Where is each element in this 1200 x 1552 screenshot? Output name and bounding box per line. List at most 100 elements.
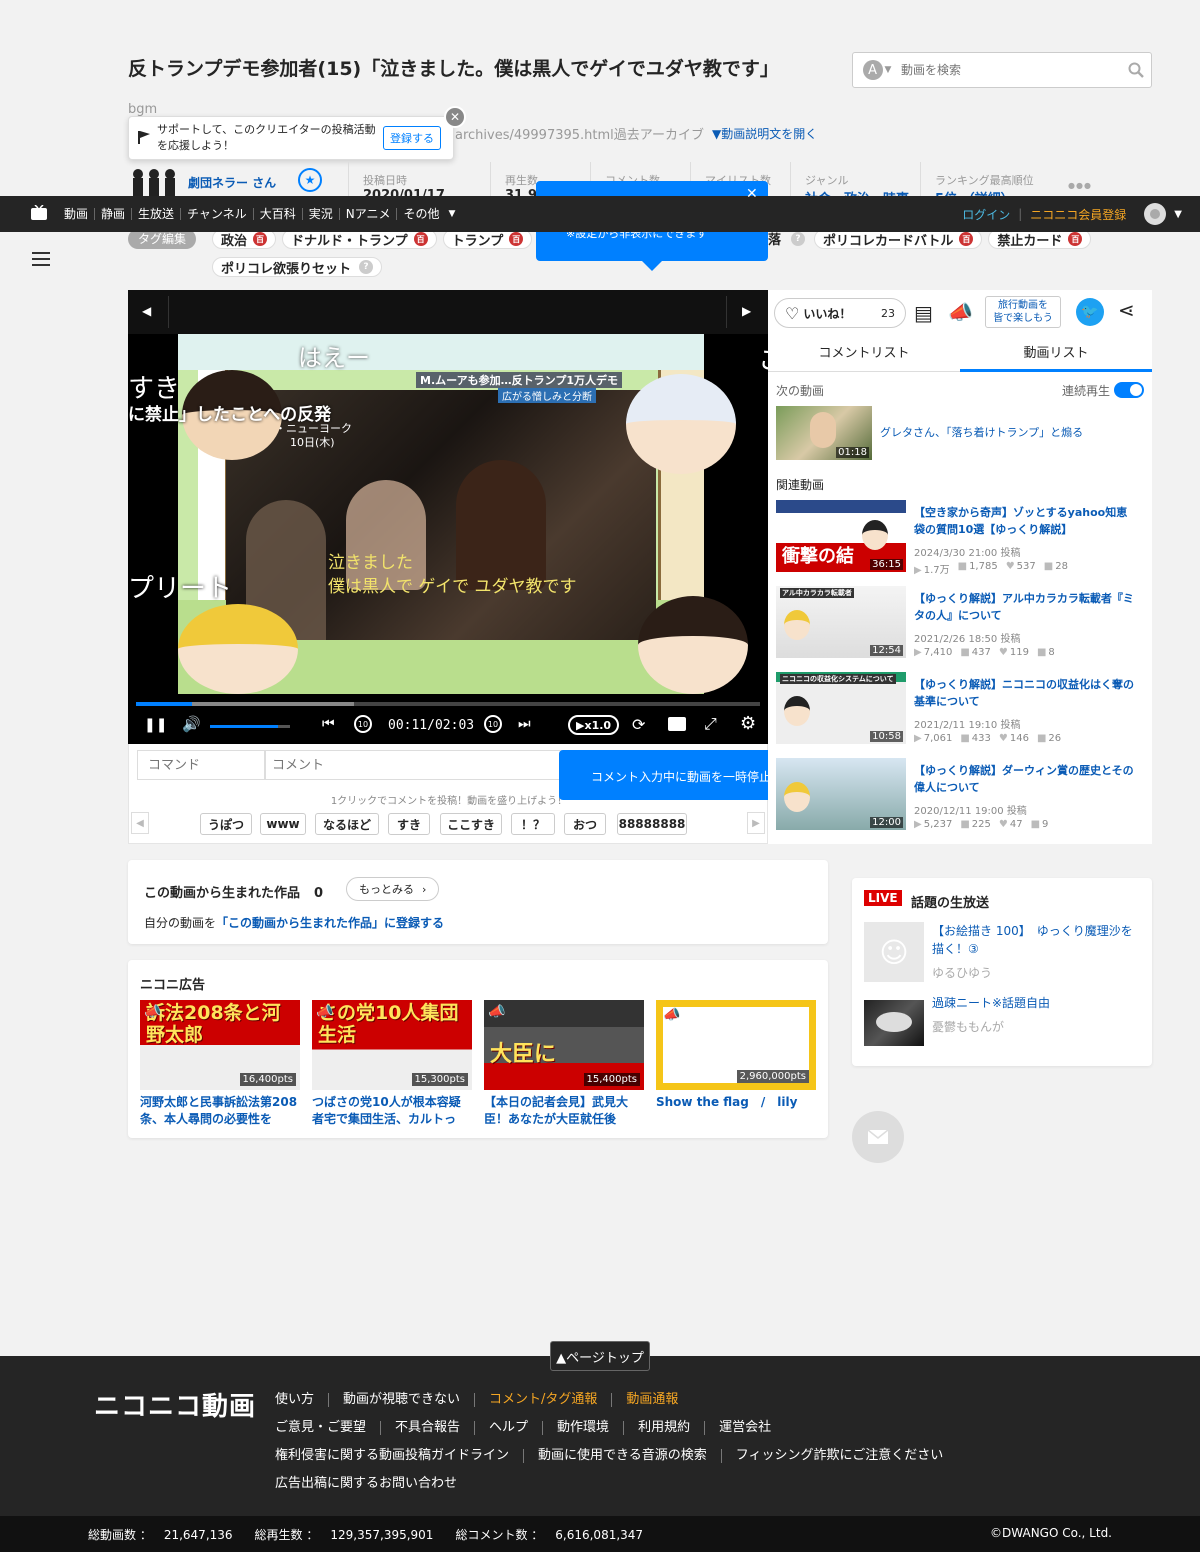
rewind-10-icon[interactable]: 10 [354,715,372,733]
footer-link[interactable]: 動画が視聴できない [328,1393,474,1407]
settings-gear-icon[interactable]: ⚙ [740,713,756,734]
prev-arrow-icon[interactable]: ◀ [142,304,151,318]
nicoad-item[interactable]: さの党10人集団生活 15,300pts 📣 つばさの党10人が根本容疑者宅で集団生活… [312,1000,472,1130]
user-avatar[interactable] [1144,203,1167,225]
chevron-down-icon[interactable]: ▼ [1174,209,1182,220]
quick-comment-button[interactable]: ここすき [440,813,502,835]
tag-item[interactable]: 禁止カード百 [988,229,1092,249]
seek-bar[interactable] [136,702,760,706]
volume-slider[interactable] [210,725,290,728]
close-icon[interactable]: ✕ [444,106,466,128]
footer-link[interactable]: ヘルプ [474,1421,542,1435]
mail-icon[interactable] [852,1111,904,1163]
uploader-avatar[interactable] [130,166,178,196]
nicoad-icon[interactable]: 📣 [948,300,973,324]
encyclopedia-icon[interactable]: 百 [509,232,524,246]
like-button[interactable]: ♡ いいね！ 23 [774,298,906,328]
login-link[interactable]: ログイン [962,206,1010,223]
nicoad-thumb[interactable]: 訴法208条と河野太郎 16,400pts 📣 [140,1000,300,1090]
global-nav-item[interactable]: チャンネル [180,208,253,220]
follow-star-icon[interactable]: ★ [298,168,322,192]
related-video-thumb[interactable]: 12:00 [776,758,906,830]
tab-comment-list[interactable]: コメントリスト [768,336,960,372]
share-icon[interactable]: ⋖ [1118,298,1135,322]
quick-comment-button[interactable]: なるほど [315,813,379,835]
add-mylist-icon[interactable]: ▤ [914,301,933,325]
global-nav-item[interactable]: Nアニメ [338,208,397,220]
footer-link[interactable]: フィッシング詐欺にご注意ください [720,1449,957,1463]
quick-comment-button[interactable]: うぽつ [200,813,252,835]
loop-icon[interactable]: ⟳ [632,715,645,734]
uploader-name[interactable]: 劇団ネラー さん [188,174,276,191]
footer-link[interactable]: 動画通報 [611,1393,692,1407]
quick-comment-button[interactable]: ！？ [511,813,555,835]
related-video-thumb[interactable]: ニコニコの収益化システムについて 10:58 [776,672,906,744]
niconico-tv-icon[interactable] [30,203,48,224]
autoplay-toggle[interactable] [1114,382,1144,398]
footer-link[interactable]: 利用規約 [623,1421,704,1435]
tag-item[interactable]: ドナルド・トランプ百 [282,229,437,249]
forward-10-icon[interactable]: 10 [484,715,502,733]
next-video-thumb[interactable]: 01:18 [776,406,872,460]
live-thumb[interactable]: ☺ [864,922,924,982]
derived-register-link[interactable]: 「この動画から生まれた作品」に登録する [216,916,444,930]
footer-link[interactable]: 不具合報告 [380,1421,474,1435]
related-video-title[interactable]: 【ゆっくり解説】アル中カラカラ転載者『ミタの人』について [914,590,1138,624]
skip-end-icon[interactable]: ⏭ [518,716,531,732]
nicoad-thumb[interactable]: 2,960,000pts 📣 [656,1000,816,1090]
tab-video-list[interactable]: 動画リスト [960,336,1152,372]
global-nav-item[interactable]: 生放送 [131,208,180,220]
encyclopedia-icon[interactable]: 百 [1068,232,1083,246]
more-menu-icon[interactable]: ●●● [1068,181,1092,190]
related-video-item[interactable]: アル中カラカラ転載者 12:54 【ゆっくり解説】アル中カラカラ転載者『ミタの人』に… [768,586,1152,670]
global-nav-item[interactable]: 静画 [94,208,131,220]
footer-link[interactable]: 動作環境 [542,1421,623,1435]
twitter-icon[interactable]: 🐦 [1076,298,1104,326]
scroll-left-icon[interactable]: ◀ [131,812,149,834]
related-video-title[interactable]: 【ゆっくり解説】ダーウィン賞の歴史とその偉人について [914,762,1138,796]
related-video-title[interactable]: 【空き家から奇声】ゾッとするyahoo知恵袋の質問10選【ゆっくり解説】 [914,504,1138,538]
global-nav-item[interactable]: その他 [396,208,445,220]
support-register-button[interactable]: 登録する [383,126,441,150]
footer-link[interactable]: ご意見・ご要望 [275,1421,380,1435]
niconico-logo[interactable]: ニコニコ動画 [94,1386,256,1423]
related-video-item[interactable]: 12:00 【ゆっくり解説】ダーウィン賞の歴史とその偉人について 2020/12/1… [768,758,1152,842]
quick-comment-button[interactable]: www [260,813,306,835]
footer-link[interactable]: 使い方 [275,1393,328,1407]
pause-icon[interactable]: ❚❚ [144,717,167,733]
tag-item[interactable]: 政治百 [212,229,277,249]
encyclopedia-icon[interactable]: 百 [253,232,268,246]
global-nav-item[interactable]: 実況 [301,208,339,220]
related-video-thumb[interactable]: 衝撃の結 36:15 [776,500,906,572]
fullscreen-icon[interactable]: ⤢ [704,714,717,734]
next-video-title[interactable]: グレタさん、「落ち着けトランプ」と煽る [880,424,1083,440]
live-item-owner[interactable]: 憂鬱ももんが [932,1018,1004,1035]
speed-button[interactable]: ▶ x1.0 [568,715,620,735]
travel-video-button[interactable]: 旅行動画を 皆で楽しもう [985,296,1061,328]
page-top-button[interactable]: ▲ページトップ [550,1341,650,1371]
related-video-item[interactable]: 衝撃の結 36:15 【空き家から奇声】ゾッとするyahoo知恵袋の質問10選【ゆっ… [768,500,1152,584]
nicoad-item[interactable]: 訴法208条と河野太郎 16,400pts 📣 河野太郎と民事訴訟法第208条、本人尋… [140,1000,300,1130]
live-item-title[interactable]: 過疎ニート※話題自由 [932,994,1050,1011]
nicoad-item[interactable]: 2,960,000pts 📣 Show the flag / lily [656,1000,816,1130]
description-url[interactable]: archives/49997395.html過去アーカイブ [455,124,704,143]
search-mode-selector[interactable]: A ▼ [853,53,901,87]
related-video-title[interactable]: 【ゆっくり解説】ニコニコの収益化はく奪の基準について [914,676,1138,710]
global-nav-item[interactable]: 動画 [58,208,94,220]
quick-comment-button[interactable]: 88888888 [617,813,687,835]
live-item-owner[interactable]: ゆるひゆう [932,964,992,981]
scroll-right-icon[interactable]: ▶ [747,812,765,834]
nicoad-item[interactable]: 大臣に 15,400pts 📣 【本日の記者会見】武見大臣！あなたが大臣就任後 [484,1000,644,1130]
comment-toggle-icon[interactable] [668,717,686,731]
close-icon[interactable]: ✕ [746,186,758,202]
nicoad-title[interactable]: Show the flag / lily [656,1094,816,1111]
live-thumb[interactable] [864,1000,924,1046]
nicoad-thumb[interactable]: さの党10人集団生活 15,300pts 📣 [312,1000,472,1090]
live-item-title[interactable]: 【お絵描き 100】 ゆっくり魔理沙を描く！③ [932,922,1142,958]
related-video-thumb[interactable]: アル中カラカラ転載者 12:54 [776,586,906,658]
tag-item[interactable]: トランプ百 [442,229,533,249]
nicoad-thumb[interactable]: 大臣に 15,400pts 📣 [484,1000,644,1090]
search-input[interactable] [901,53,1121,87]
more-button[interactable]: もっとみる › [346,877,440,901]
skip-start-icon[interactable]: ⏮ [322,716,335,732]
